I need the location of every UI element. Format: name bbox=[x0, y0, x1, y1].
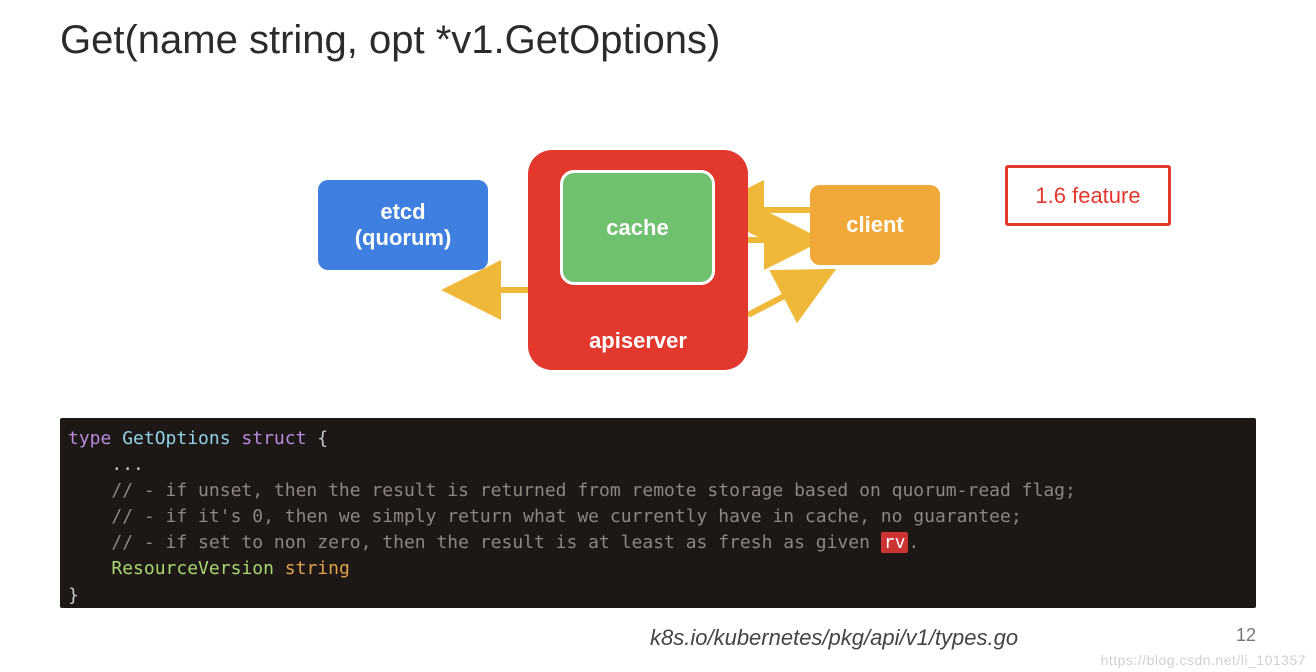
field-type: string bbox=[285, 558, 350, 579]
slide-title: Get(name string, opt *v1.GetOptions) bbox=[60, 18, 720, 63]
id-getoptions: GetOptions bbox=[122, 428, 230, 449]
comment-line-1: // - if unset, then the result is return… bbox=[111, 480, 1076, 501]
feature-badge: 1.6 feature bbox=[1005, 165, 1171, 226]
comment-highlight-rv: rv bbox=[881, 532, 909, 553]
apiserver-label: apiserver bbox=[589, 328, 687, 354]
footer-source-path: k8s.io/kubernetes/pkg/api/v1/types.go bbox=[650, 625, 1018, 651]
brace-open: { bbox=[317, 428, 328, 449]
etcd-label: etcd (quorum) bbox=[355, 199, 452, 252]
cache-box: cache bbox=[560, 170, 715, 285]
client-box: client bbox=[810, 185, 940, 265]
field-name: ResourceVersion bbox=[111, 558, 274, 579]
watermark: https://blog.csdn.net/li_101357 bbox=[1101, 652, 1306, 668]
cache-label: cache bbox=[606, 215, 668, 241]
kw-struct: struct bbox=[241, 428, 306, 449]
brace-close: } bbox=[68, 585, 79, 606]
feature-label: 1.6 feature bbox=[1035, 183, 1140, 209]
code-ellipsis: ... bbox=[111, 454, 144, 475]
kw-type: type bbox=[68, 428, 111, 449]
page-number: 12 bbox=[1236, 625, 1256, 646]
code-block: type GetOptions struct { ... // - if uns… bbox=[60, 418, 1256, 608]
architecture-diagram: etcd (quorum) apiserver cache client 1.6… bbox=[0, 130, 1316, 400]
comment-line-3a: // - if set to non zero, then the result… bbox=[111, 532, 880, 553]
slide: Get(name string, opt *v1.GetOptions) etc… bbox=[0, 0, 1316, 672]
etcd-box: etcd (quorum) bbox=[318, 180, 488, 270]
comment-line-3b: . bbox=[908, 532, 919, 553]
client-label: client bbox=[846, 212, 903, 238]
comment-line-2: // - if it's 0, then we simply return wh… bbox=[111, 506, 1021, 527]
